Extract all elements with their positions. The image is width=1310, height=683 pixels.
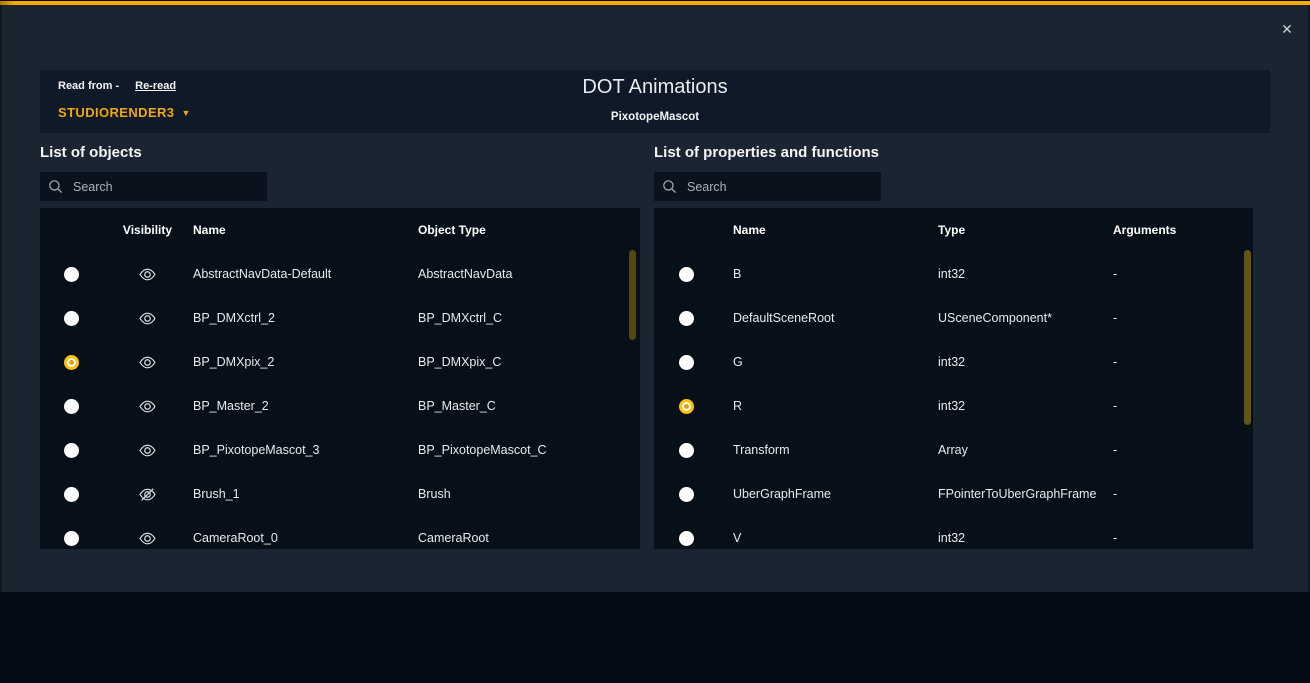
object-name: CameraRoot_0	[193, 531, 418, 545]
table-row[interactable]: BP_PixotopeMascot_3 BP_PixotopeMascot_C	[40, 428, 640, 472]
property-radio[interactable]	[679, 267, 694, 282]
property-name: R	[718, 399, 923, 413]
visibility-on-icon	[139, 400, 156, 413]
dialog-subtitle: PixotopeMascot	[40, 111, 1270, 123]
property-type: int32	[923, 399, 1098, 413]
table-row[interactable]: UberGraphFrame FPointerToUberGraphFrame …	[654, 472, 1253, 516]
table-row[interactable]: Brush_1 Brush	[40, 472, 640, 516]
object-name: BP_PixotopeMascot_3	[193, 443, 418, 457]
property-name: G	[718, 355, 923, 369]
visibility-on-icon	[139, 268, 156, 281]
column-header-name: Name	[718, 223, 923, 237]
column-header-type: Type	[923, 223, 1098, 237]
header-band: Read from -Re-read STUDIORENDER3▼ DOT An…	[40, 70, 1270, 133]
visibility-off-icon	[139, 488, 156, 501]
property-arguments: -	[1098, 531, 1253, 545]
object-name: AbstractNavData-Default	[193, 267, 418, 281]
property-type: int32	[923, 355, 1098, 369]
object-type: AbstractNavData	[418, 267, 640, 281]
table-row[interactable]: Transform Array -	[654, 428, 1253, 472]
table-row[interactable]: BP_DMXctrl_2 BP_DMXctrl_C	[40, 296, 640, 340]
dot-animations-dialog: ✕ Read from -Re-read STUDIORENDER3▼ DOT …	[0, 0, 1310, 683]
properties-panel-heading: List of properties and functions	[654, 144, 879, 161]
objects-panel-heading: List of objects	[40, 144, 142, 161]
object-name: BP_DMXctrl_2	[193, 311, 418, 325]
search-icon	[662, 179, 677, 194]
table-row[interactable]: G int32 -	[654, 340, 1253, 384]
properties-search-input[interactable]	[687, 180, 873, 194]
object-name: Brush_1	[193, 487, 418, 501]
table-row[interactable]: DefaultSceneRoot USceneComponent* -	[654, 296, 1253, 340]
table-row[interactable]: AbstractNavData-Default AbstractNavData	[40, 252, 640, 296]
properties-table: Name Type Arguments B int32 - DefaultSce…	[654, 208, 1253, 549]
object-name: BP_DMXpix_2	[193, 355, 418, 369]
object-radio[interactable]	[64, 267, 79, 282]
visibility-on-icon	[139, 312, 156, 325]
objects-scrollbar-thumb[interactable]	[629, 250, 636, 340]
object-type: BP_DMXpix_C	[418, 355, 640, 369]
property-arguments: -	[1098, 399, 1253, 413]
property-name: Transform	[718, 443, 923, 457]
table-row[interactable]: V int32 -	[654, 516, 1253, 549]
property-name: V	[718, 531, 923, 545]
object-radio[interactable]	[64, 531, 79, 546]
property-arguments: -	[1098, 355, 1253, 369]
table-row[interactable]: CameraRoot_0 CameraRoot	[40, 516, 640, 549]
property-radio[interactable]	[679, 355, 694, 370]
properties-table-header: Name Type Arguments	[654, 208, 1253, 252]
property-radio[interactable]	[679, 531, 694, 546]
dialog-title: DOT Animations	[40, 76, 1270, 99]
properties-search-box[interactable]	[654, 172, 881, 201]
object-type: Brush	[418, 487, 640, 501]
property-arguments: -	[1098, 267, 1253, 281]
table-row[interactable]: BP_Master_2 BP_Master_C	[40, 384, 640, 428]
property-radio[interactable]	[679, 311, 694, 326]
footer-bar: Cancel Select	[0, 592, 1310, 683]
object-radio[interactable]	[64, 443, 79, 458]
object-radio[interactable]	[64, 487, 79, 502]
property-name: B	[718, 267, 923, 281]
table-row[interactable]: BP_DMXpix_2 BP_DMXpix_C	[40, 340, 640, 384]
column-header-name: Name	[193, 223, 418, 237]
object-type: CameraRoot	[418, 531, 640, 545]
object-radio[interactable]	[64, 399, 79, 414]
object-name: BP_Master_2	[193, 399, 418, 413]
object-type: BP_Master_C	[418, 399, 640, 413]
property-type: FPointerToUberGraphFrame	[923, 487, 1098, 501]
property-radio[interactable]	[679, 399, 694, 414]
table-row[interactable]: B int32 -	[654, 252, 1253, 296]
property-arguments: -	[1098, 311, 1253, 325]
visibility-on-icon	[139, 356, 156, 369]
column-header-object-type: Object Type	[418, 223, 640, 237]
object-radio[interactable]	[64, 311, 79, 326]
objects-table: Visibility Name Object Type	[40, 208, 640, 549]
object-type: BP_DMXctrl_C	[418, 311, 640, 325]
search-icon	[48, 179, 63, 194]
property-type: Array	[923, 443, 1098, 457]
object-radio[interactable]	[64, 355, 79, 370]
property-radio[interactable]	[679, 443, 694, 458]
property-radio[interactable]	[679, 487, 694, 502]
objects-table-header: Visibility Name Object Type	[40, 208, 640, 252]
visibility-on-icon	[139, 444, 156, 457]
property-name: UberGraphFrame	[718, 487, 923, 501]
property-type: USceneComponent*	[923, 311, 1098, 325]
property-arguments: -	[1098, 487, 1253, 501]
property-arguments: -	[1098, 443, 1253, 457]
objects-search-input[interactable]	[73, 180, 259, 194]
objects-search-box[interactable]	[40, 172, 267, 201]
properties-scrollbar-thumb[interactable]	[1244, 250, 1251, 425]
column-header-visibility: Visibility	[123, 223, 172, 237]
close-icon[interactable]: ✕	[1277, 19, 1297, 39]
table-row[interactable]: R int32 -	[654, 384, 1253, 428]
property-name: DefaultSceneRoot	[718, 311, 923, 325]
object-type: BP_PixotopeMascot_C	[418, 443, 640, 457]
property-type: int32	[923, 267, 1098, 281]
property-type: int32	[923, 531, 1098, 545]
column-header-arguments: Arguments	[1098, 223, 1253, 237]
visibility-on-icon	[139, 532, 156, 545]
accent-bar	[0, 1, 1310, 5]
